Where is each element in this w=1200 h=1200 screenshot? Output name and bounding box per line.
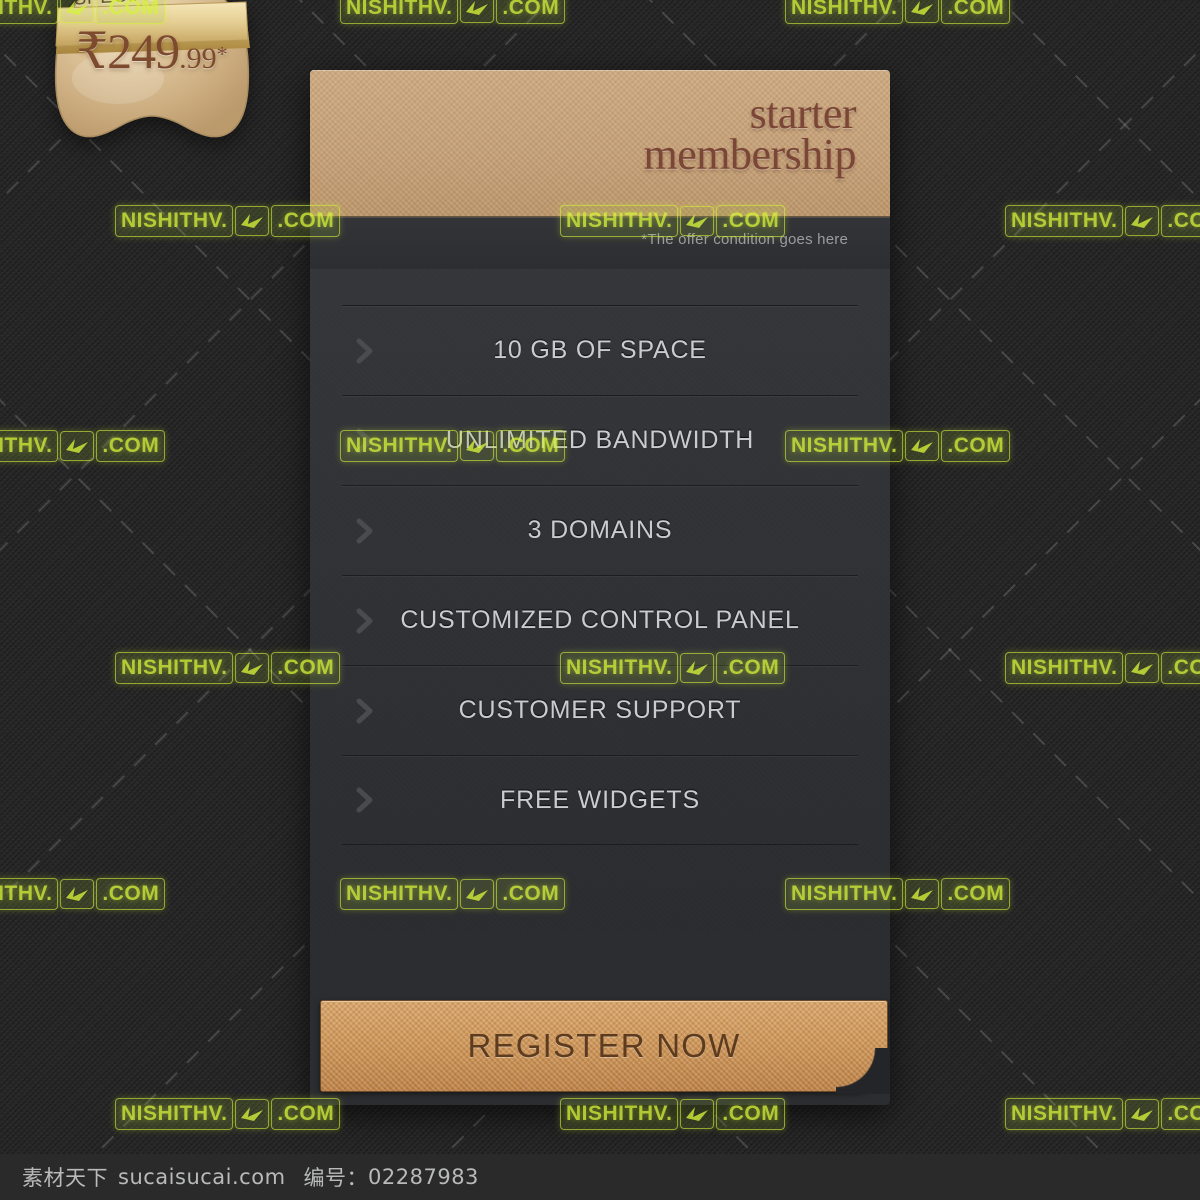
page-title: starter membership (643, 89, 857, 180)
chevron-right-icon (354, 428, 376, 454)
feature-list: 10 GB OF SPACE UNLIMITED BANDWIDTH 3 DOM… (310, 269, 890, 931)
plan-name-line2: membership (643, 130, 856, 180)
special-offer-price-badge: SPECIAL OFFER ₹249.99* (38, 0, 266, 172)
chevron-right-icon (354, 338, 376, 364)
register-now-label: REGISTER NOW (467, 1027, 741, 1064)
feature-label: UNLIMITED BANDWIDTH (445, 426, 755, 454)
footer-site-url: sucaisucai.com (118, 1165, 286, 1189)
footer-bar: 素材天下 sucaisucai.com 编号： 02287983 (0, 1154, 1200, 1200)
chevron-right-icon (354, 787, 376, 813)
chevron-right-icon (354, 698, 376, 724)
feature-row[interactable]: UNLIMITED BANDWIDTH (342, 395, 858, 485)
chevron-right-icon (354, 608, 376, 634)
feature-label: CUSTOMIZED CONTROL PANEL (400, 606, 800, 634)
feature-row[interactable]: FREE WIDGETS (342, 755, 858, 845)
feature-label: FREE WIDGETS (500, 785, 700, 814)
footer-id-label: 编号： (303, 1166, 369, 1190)
feature-label: 10 GB OF SPACE (493, 336, 707, 364)
card-header: starter membership (310, 70, 890, 217)
footer-site-name: 素材天下 (22, 1166, 108, 1190)
feature-label: 3 DOMAINS (527, 516, 673, 544)
feature-label: CUSTOMER SUPPORT (458, 696, 742, 724)
feature-row[interactable]: 3 DOMAINS (342, 485, 858, 575)
plan-name-line1: starter (749, 89, 857, 138)
chevron-right-icon (354, 518, 376, 544)
register-now-button[interactable]: REGISTER NOW (320, 1000, 890, 1094)
feature-row[interactable]: 10 GB OF SPACE (342, 305, 858, 395)
pricing-card: starter membership *The offer condition … (310, 70, 890, 1105)
footer-id-value: 02287983 (368, 1165, 479, 1189)
offer-condition-text: *The offer condition goes here (310, 217, 890, 269)
feature-row[interactable]: CUSTOMER SUPPORT (342, 665, 858, 755)
feature-row[interactable]: CUSTOMIZED CONTROL PANEL (342, 575, 858, 665)
